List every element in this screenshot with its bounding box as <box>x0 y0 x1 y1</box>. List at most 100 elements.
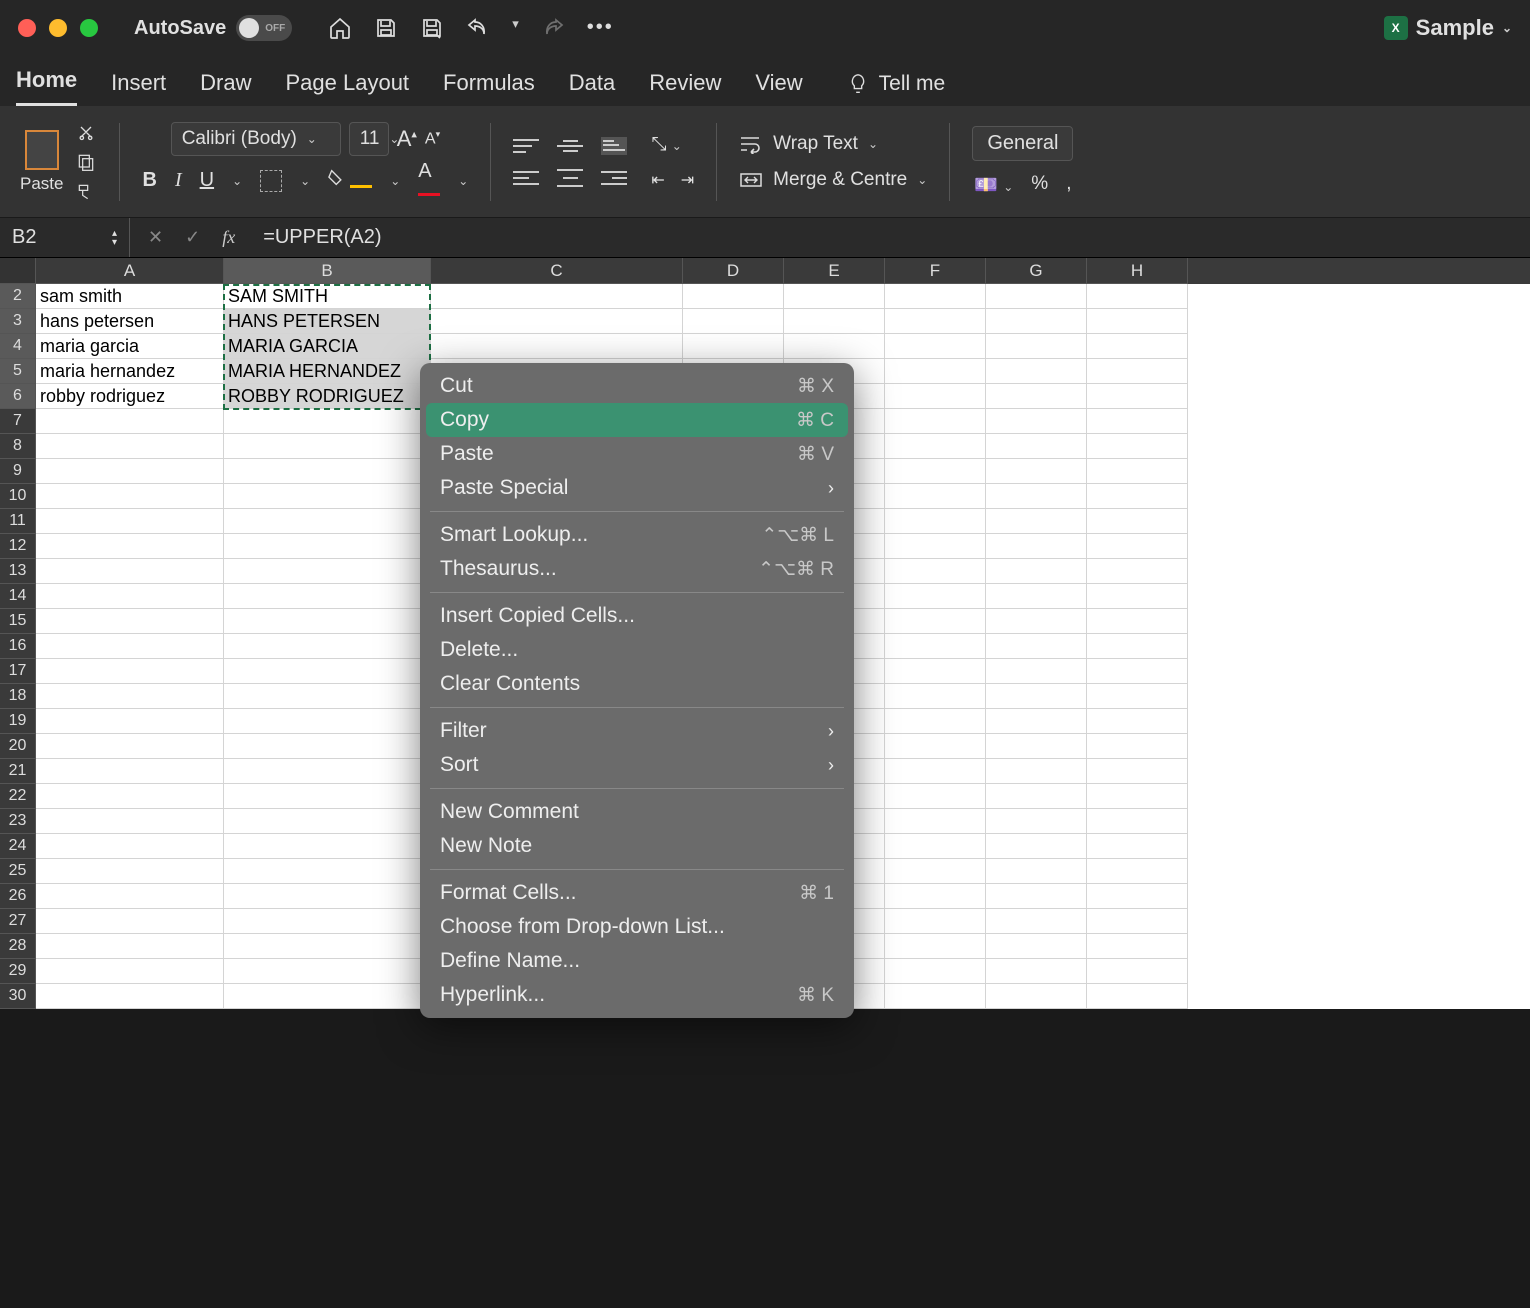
paste-button[interactable]: Paste <box>20 130 63 194</box>
home-icon[interactable] <box>328 16 352 40</box>
row-header[interactable]: 7 <box>0 409 36 434</box>
cut-icon[interactable] <box>75 122 97 142</box>
cell-B19[interactable] <box>224 709 431 734</box>
row-header[interactable]: 17 <box>0 659 36 684</box>
cell-C4[interactable] <box>431 334 683 359</box>
cell-G15[interactable] <box>986 609 1087 634</box>
fill-dropdown[interactable]: ⌄ <box>390 174 400 188</box>
cell-F8[interactable] <box>885 434 986 459</box>
cell-D2[interactable] <box>683 284 784 309</box>
cell-B20[interactable] <box>224 734 431 759</box>
cell-A22[interactable] <box>36 784 224 809</box>
row-header[interactable]: 13 <box>0 559 36 584</box>
cell-G21[interactable] <box>986 759 1087 784</box>
cell-F13[interactable] <box>885 559 986 584</box>
cell-D4[interactable] <box>683 334 784 359</box>
orientation-button[interactable]: ⤡ ⌄ <box>651 134 694 156</box>
row-header[interactable]: 15 <box>0 609 36 634</box>
number-format-select[interactable]: General <box>972 126 1073 161</box>
cell-H25[interactable] <box>1087 859 1188 884</box>
tab-review[interactable]: Review <box>649 60 721 106</box>
cell-A25[interactable] <box>36 859 224 884</box>
cell-F19[interactable] <box>885 709 986 734</box>
cancel-formula-icon[interactable]: ✕ <box>148 227 163 248</box>
cell-A10[interactable] <box>36 484 224 509</box>
cell-A27[interactable] <box>36 909 224 934</box>
cell-H20[interactable] <box>1087 734 1188 759</box>
cell-E4[interactable] <box>784 334 885 359</box>
cell-A29[interactable] <box>36 959 224 984</box>
cell-B13[interactable] <box>224 559 431 584</box>
cell-C3[interactable] <box>431 309 683 334</box>
cell-G20[interactable] <box>986 734 1087 759</box>
cell-A7[interactable] <box>36 409 224 434</box>
cell-G2[interactable] <box>986 284 1087 309</box>
menu-item-new-comment[interactable]: New Comment <box>426 795 848 829</box>
cell-H6[interactable] <box>1087 384 1188 409</box>
cell-H23[interactable] <box>1087 809 1188 834</box>
cell-H4[interactable] <box>1087 334 1188 359</box>
tab-view[interactable]: View <box>755 60 802 106</box>
cell-H17[interactable] <box>1087 659 1188 684</box>
cell-F22[interactable] <box>885 784 986 809</box>
cell-G6[interactable] <box>986 384 1087 409</box>
column-header-G[interactable]: G <box>986 258 1087 284</box>
row-header[interactable]: 10 <box>0 484 36 509</box>
cell-E2[interactable] <box>784 284 885 309</box>
redo-icon[interactable] <box>541 16 565 40</box>
cell-H8[interactable] <box>1087 434 1188 459</box>
cell-G5[interactable] <box>986 359 1087 384</box>
cell-D3[interactable] <box>683 309 784 334</box>
row-header[interactable]: 18 <box>0 684 36 709</box>
cell-B26[interactable] <box>224 884 431 909</box>
row-header[interactable]: 27 <box>0 909 36 934</box>
menu-item-copy[interactable]: Copy⌘ C <box>426 403 848 437</box>
cell-G12[interactable] <box>986 534 1087 559</box>
align-center-button[interactable] <box>557 169 583 187</box>
cell-A4[interactable]: maria garcia <box>36 334 224 359</box>
cell-H27[interactable] <box>1087 909 1188 934</box>
tab-draw[interactable]: Draw <box>200 60 251 106</box>
cell-F7[interactable] <box>885 409 986 434</box>
cell-B27[interactable] <box>224 909 431 934</box>
tab-formulas[interactable]: Formulas <box>443 60 535 106</box>
menu-item-sort[interactable]: Sort› <box>426 748 848 782</box>
row-header[interactable]: 22 <box>0 784 36 809</box>
cell-F4[interactable] <box>885 334 986 359</box>
accept-formula-icon[interactable]: ✓ <box>185 227 200 248</box>
font-name-select[interactable]: Calibri (Body)⌄ <box>171 122 341 156</box>
cell-H19[interactable] <box>1087 709 1188 734</box>
cell-H14[interactable] <box>1087 584 1188 609</box>
cell-A20[interactable] <box>36 734 224 759</box>
increase-font-icon[interactable]: A▴ <box>397 126 417 152</box>
decrease-indent-button[interactable]: ⇤ <box>651 170 664 190</box>
cell-C2[interactable] <box>431 284 683 309</box>
document-title-area[interactable]: X Sample ⌄ <box>1384 15 1512 41</box>
cell-G22[interactable] <box>986 784 1087 809</box>
cell-F24[interactable] <box>885 834 986 859</box>
column-header-C[interactable]: C <box>431 258 683 284</box>
cell-H3[interactable] <box>1087 309 1188 334</box>
cell-H7[interactable] <box>1087 409 1188 434</box>
cell-F11[interactable] <box>885 509 986 534</box>
column-header-A[interactable]: A <box>36 258 224 284</box>
menu-item-clear-contents[interactable]: Clear Contents <box>426 667 848 701</box>
row-header[interactable]: 24 <box>0 834 36 859</box>
cell-H26[interactable] <box>1087 884 1188 909</box>
formula-input[interactable]: =UPPER(A2) <box>253 226 1530 249</box>
menu-item-delete[interactable]: Delete... <box>426 633 848 667</box>
italic-button[interactable]: I <box>175 169 182 192</box>
cell-G17[interactable] <box>986 659 1087 684</box>
cell-F17[interactable] <box>885 659 986 684</box>
cell-F21[interactable] <box>885 759 986 784</box>
cell-G14[interactable] <box>986 584 1087 609</box>
comma-button[interactable]: , <box>1066 173 1071 197</box>
save-as-icon[interactable] <box>420 16 444 40</box>
cell-G18[interactable] <box>986 684 1087 709</box>
cell-B11[interactable] <box>224 509 431 534</box>
cell-B17[interactable] <box>224 659 431 684</box>
cell-G26[interactable] <box>986 884 1087 909</box>
column-header-H[interactable]: H <box>1087 258 1188 284</box>
tell-me-search[interactable]: Tell me <box>847 72 946 106</box>
cell-A15[interactable] <box>36 609 224 634</box>
